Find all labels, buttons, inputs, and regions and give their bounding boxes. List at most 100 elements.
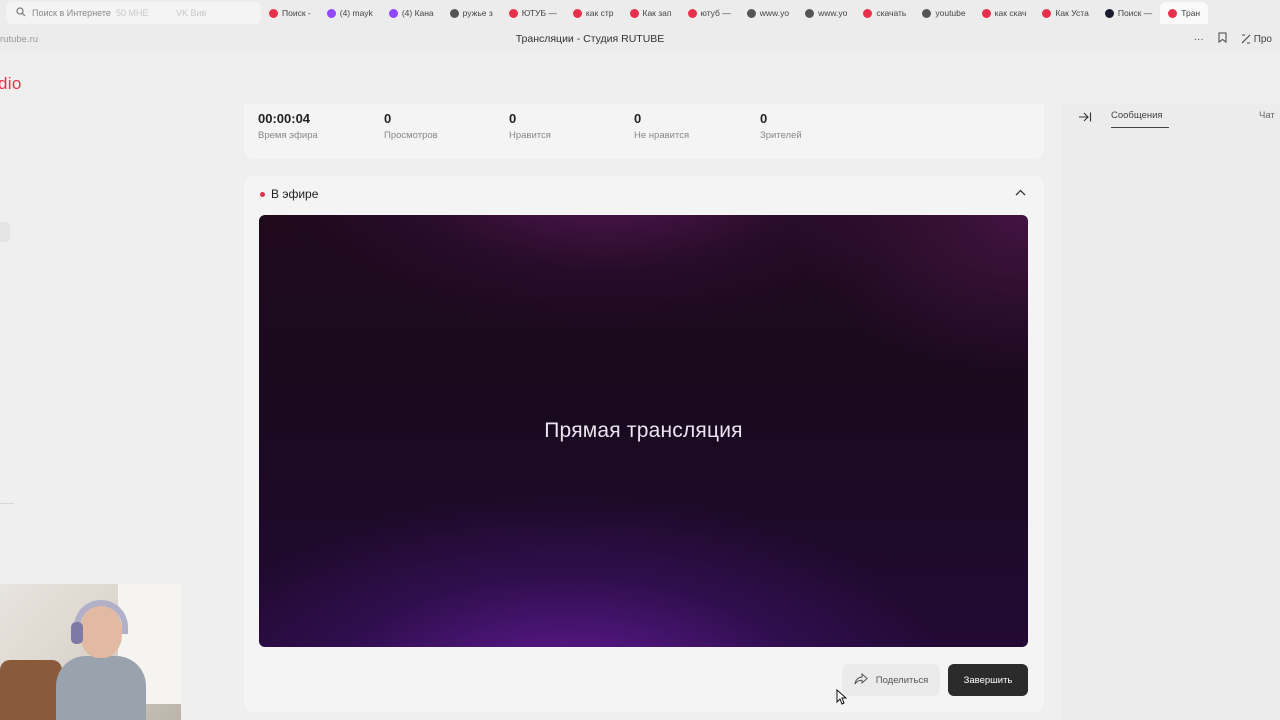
live-stream-card: В эфире Прямая трансляция Поделиться Зав… [244,176,1044,712]
browser-tab-label: ружье з [462,8,493,18]
browser-tab[interactable]: www.yo [739,2,797,24]
browser-tab-label: youtube [935,8,966,18]
address-bar: rutube.ru Трансляции - Студия RUTUBE ···… [0,26,1280,52]
browser-tab-label: Тран [1181,8,1201,18]
tab-favicon-icon [572,8,582,18]
tab-favicon-icon [863,8,873,18]
collapse-panel-icon[interactable] [1078,110,1092,125]
stat-viewers: 0 Зрителей [760,111,802,141]
tab-favicon-icon [326,8,336,18]
webcam-person-body [56,656,146,720]
tab-favicon-icon [746,8,756,18]
webcam-chair [0,660,62,720]
search-placeholder: Поиск в Интернете [32,8,111,18]
page-title: Трансляции - Студия RUTUBE [515,33,665,45]
headset-earcup [71,622,83,644]
stat-value: 00:00:04 [258,111,311,126]
tab-favicon-icon [269,8,278,18]
sidebar-divider [0,503,14,504]
tab-favicon-icon [508,8,518,18]
faded-tab-label: VK Вив [176,8,207,18]
browser-tab[interactable]: Поиск - [261,2,319,24]
live-indicator-dot [260,191,265,197]
browser-search-box[interactable]: Поиск в Интернете 50 МНЕ VK Вив [6,2,261,24]
browser-tab-label: ютуб — [700,8,731,18]
browser-tab[interactable]: youtube [914,2,973,24]
live-status-label: В эфире [271,187,319,201]
stat-value: 0 [384,111,392,126]
stat-value: 0 [760,111,768,126]
browser-tab[interactable]: скачать [855,2,914,24]
browser-tab[interactable]: как стр [565,2,622,24]
browser-tab-label: Как зап [642,8,672,18]
bookmark-icon[interactable] [1218,32,1227,46]
stat-views: 0 Просмотров [384,111,438,141]
browser-tab-label: (4) mayk [339,8,373,18]
browser-tab[interactable]: Как зап [622,2,680,24]
stat-value: 0 [509,111,517,126]
share-button[interactable]: Поделиться [842,664,940,696]
chevron-up-icon[interactable] [1015,185,1026,199]
more-icon[interactable]: ··· [1194,34,1204,45]
translate-label: Про [1253,33,1272,45]
browser-tab[interactable]: Тран [1160,2,1209,24]
tab-favicon-icon [922,8,932,18]
stream-stats-card: 00:00:04 Время эфира 0 Просмотров 0 Нрав… [244,104,1044,159]
browser-tab-label: как стр [585,8,614,18]
tab-favicon-icon [687,8,697,18]
player-placeholder-text: Прямая трансляция [544,419,743,442]
stat-label: Нравится [509,130,551,141]
browser-tab[interactable]: Как Уста [1034,2,1096,24]
tab-favicon-icon [1168,8,1178,18]
end-stream-label: Завершить [963,674,1013,686]
tab-chat[interactable]: Чат [1259,110,1275,121]
chat-panel: Сообщения Чат [1062,104,1280,720]
browser-tab[interactable]: (4) Кана [381,2,442,24]
end-stream-button[interactable]: Завершить [948,664,1028,696]
browser-tab-label: www.yo [759,8,790,18]
tab-favicon-icon [629,8,639,18]
browser-tab-label: Как Уста [1055,8,1089,18]
tab-favicon-icon [805,8,815,18]
tab-favicon-icon [1042,8,1052,18]
stat-label: Зрителей [760,130,802,141]
browser-tab-label: как скач [994,8,1027,18]
stat-label: Просмотров [384,130,438,141]
stat-likes: 0 Нравится [509,111,551,141]
stat-value: 0 [634,111,642,126]
tab-favicon-icon [981,8,991,18]
tab-favicon-icon [1104,8,1114,18]
browser-tab-label: www.yo [818,8,848,18]
share-icon [854,672,868,688]
browser-tab[interactable]: ружье з [442,2,501,24]
browser-tab-bar: Поиск в Интернете 50 МНЕ VK Вив Поиск - (… [0,0,1280,26]
search-icon [16,7,26,19]
browser-tab[interactable]: как скач [974,2,1035,24]
tab-messages[interactable]: Сообщения [1111,110,1169,128]
browser-tab-label: (4) Кана [401,8,434,18]
browser-tab[interactable]: Поиск — [1097,2,1160,24]
browser-tab[interactable]: www.yo [797,2,855,24]
webcam-overlay [0,584,181,720]
stat-dislikes: 0 Не нравится [634,111,689,141]
tab-favicon-icon [388,8,398,18]
stat-label: Время эфира [258,130,318,141]
tab-favicon-icon [449,8,459,18]
sidebar-toggle[interactable] [0,222,10,242]
browser-tab-label: Поиск - [282,8,311,18]
browser-tab[interactable]: (4) mayk [319,2,381,24]
stat-label: Не нравится [634,130,690,141]
stat-airtime: 00:00:04 Время эфира [258,111,318,141]
browser-tab[interactable]: ютуб — [680,2,739,24]
browser-tab-label: ЮТУБ — [521,8,557,18]
browser-tab-label: Поиск — [1117,8,1153,18]
video-player[interactable]: Прямая трансляция [259,215,1028,647]
translate-button[interactable]: Про [1241,34,1272,45]
browser-tab-label: скачать [876,8,907,18]
share-label: Поделиться [875,674,929,686]
studio-logo[interactable]: dio [0,74,22,94]
translate-icon [1241,34,1251,44]
faded-tab-label: 50 МНЕ [116,8,149,18]
live-status: В эфире [260,187,318,201]
browser-tab[interactable]: ЮТУБ — [501,2,565,24]
